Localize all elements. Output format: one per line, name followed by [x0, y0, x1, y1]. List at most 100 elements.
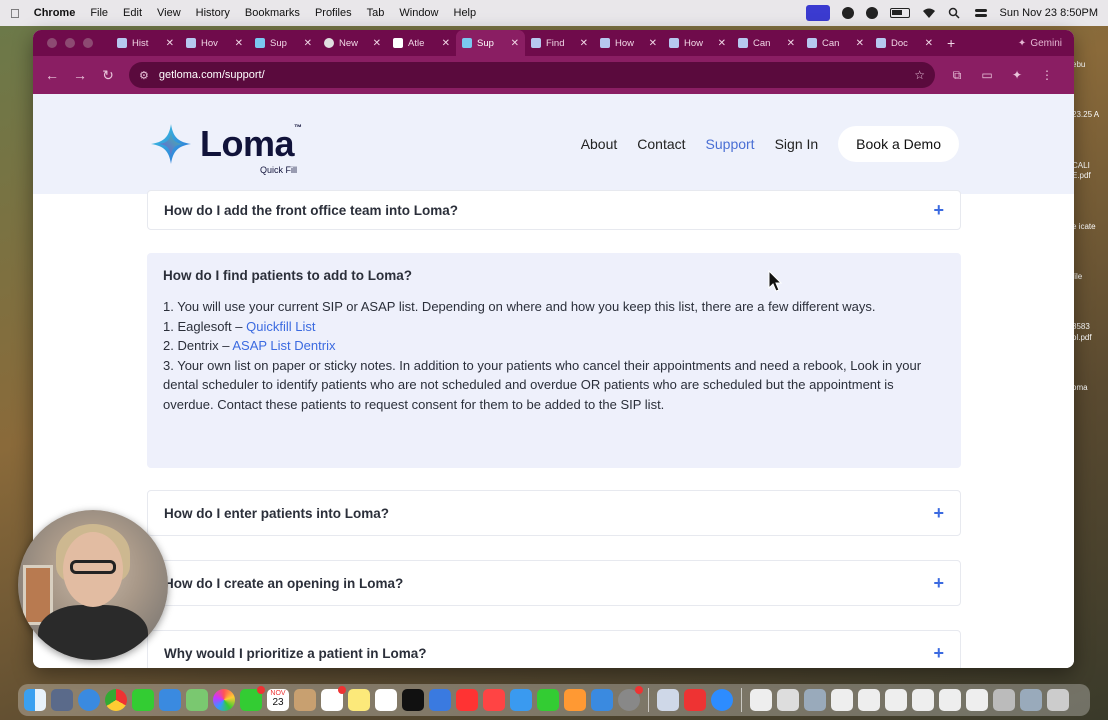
close-tab-icon[interactable]: ✕ — [856, 38, 864, 49]
bookmark-star-icon[interactable]: ☆ — [914, 68, 925, 82]
tasks-check-icon[interactable] — [684, 689, 706, 711]
address-bar[interactable]: ⚙ getloma.com/support/ ☆ — [129, 62, 935, 88]
desktop-label[interactable]: oma — [1072, 383, 1108, 393]
browser-tab[interactable]: Atle ✕ — [387, 30, 456, 56]
document-icon[interactable] — [885, 689, 907, 711]
menu-file[interactable]: File — [90, 7, 108, 19]
gemini-button[interactable]: ✦ Gemini — [1018, 38, 1062, 49]
close-tab-icon[interactable]: ✕ — [373, 38, 381, 49]
desktop-label[interactable]: ebu — [1072, 60, 1108, 70]
numbers-icon[interactable] — [537, 689, 559, 711]
menu-window[interactable]: Window — [399, 7, 438, 19]
close-tab-icon[interactable]: ✕ — [235, 38, 243, 49]
more-menu-icon[interactable]: ⋮ — [1039, 68, 1055, 82]
close-tab-icon[interactable]: ✕ — [718, 38, 726, 49]
news-icon[interactable] — [483, 689, 505, 711]
faq-item-front-office[interactable]: How do I add the front office team into … — [147, 190, 961, 230]
reload-icon[interactable]: ↻ — [101, 67, 115, 84]
site-info-icon[interactable]: ⚙ — [139, 69, 149, 82]
browser-tab[interactable]: New ✕ — [318, 30, 387, 56]
document-icon[interactable] — [993, 689, 1015, 711]
facetime-icon[interactable] — [240, 686, 265, 711]
faq-item-create-opening[interactable]: How do I create an opening in Loma? + — [147, 560, 961, 606]
finder-icon[interactable] — [24, 689, 46, 711]
webcam-overlay[interactable] — [18, 510, 168, 660]
close-tab-icon[interactable]: ✕ — [925, 38, 933, 49]
faq-item-enter-patients[interactable]: How do I enter patients into Loma? + — [147, 490, 961, 536]
plus-icon[interactable]: + — [933, 503, 944, 524]
browser-tab[interactable]: Find ✕ — [525, 30, 594, 56]
document-icon[interactable] — [750, 689, 772, 711]
close-tab-icon[interactable]: ✕ — [511, 38, 519, 49]
xcode-icon[interactable] — [429, 689, 451, 711]
preview-icon[interactable] — [657, 689, 679, 711]
chrome-icon[interactable] — [105, 689, 127, 711]
search-icon[interactable] — [948, 7, 962, 19]
close-tab-icon[interactable]: ✕ — [442, 38, 450, 49]
calendar-icon[interactable]: NOV 23 — [267, 689, 289, 711]
mail-icon[interactable] — [159, 689, 181, 711]
browser-tab[interactable]: Can ✕ — [732, 30, 801, 56]
desktop-label[interactable]: e icate — [1072, 222, 1108, 232]
asap-list-dentrix-link[interactable]: ASAP List Dentrix — [232, 338, 335, 353]
document-icon[interactable] — [1020, 689, 1042, 711]
faq-question[interactable]: How do I find patients to add to Loma? — [163, 268, 945, 283]
screen-record-icon[interactable] — [805, 5, 830, 21]
browser-tab[interactable]: How ✕ — [663, 30, 732, 56]
nav-support[interactable]: Support — [706, 136, 755, 152]
browser-tab[interactable]: How ✕ — [594, 30, 663, 56]
messages-icon[interactable] — [132, 689, 154, 711]
close-tab-icon[interactable]: ✕ — [787, 38, 795, 49]
document-icon[interactable] — [939, 689, 961, 711]
apple-menu-icon[interactable]:  — [10, 6, 20, 21]
minimize-window-button[interactable] — [65, 38, 75, 48]
desktop-label[interactable]: 23.25 A — [1072, 110, 1108, 120]
browser-tab[interactable]: Can ✕ — [801, 30, 870, 56]
contacts-icon[interactable] — [294, 689, 316, 711]
play-icon[interactable] — [865, 7, 878, 19]
keynote-icon[interactable] — [510, 689, 532, 711]
new-tab-button[interactable]: + — [947, 35, 955, 51]
quickfill-list-link[interactable]: Quickfill List — [246, 319, 315, 334]
menu-history[interactable]: History — [196, 7, 230, 19]
document-icon[interactable] — [966, 689, 988, 711]
nav-about[interactable]: About — [581, 136, 618, 152]
trash-icon[interactable] — [1047, 689, 1069, 711]
plus-icon[interactable]: + — [933, 573, 944, 594]
browser-tab[interactable]: Hov ✕ — [180, 30, 249, 56]
wifi-icon[interactable] — [922, 7, 936, 19]
menu-edit[interactable]: Edit — [123, 7, 142, 19]
gemini-sparkle-icon[interactable]: ✦ — [1009, 68, 1025, 82]
launchpad-icon[interactable] — [51, 689, 73, 711]
maps-icon[interactable] — [186, 689, 208, 711]
music-icon[interactable] — [456, 689, 478, 711]
menu-help[interactable]: Help — [454, 7, 477, 19]
side-panel-icon[interactable]: ▭ — [979, 68, 995, 82]
back-arrow-icon[interactable]: ← — [45, 67, 59, 83]
close-tab-icon[interactable]: ✕ — [166, 38, 174, 49]
document-icon[interactable] — [777, 689, 799, 711]
desktop-label[interactable]: CALI E.pdf — [1072, 161, 1108, 182]
nav-sign-in[interactable]: Sign In — [775, 136, 819, 152]
photos-icon[interactable] — [213, 689, 235, 711]
menu-view[interactable]: View — [157, 7, 181, 19]
menubar-datetime[interactable]: Sun Nov 23 8:50PM — [1000, 7, 1098, 19]
browser-tab[interactable]: Hist ✕ — [111, 30, 180, 56]
close-tab-icon[interactable]: ✕ — [649, 38, 657, 49]
document-icon[interactable] — [912, 689, 934, 711]
book-demo-button[interactable]: Book a Demo — [838, 126, 959, 162]
menu-profiles[interactable]: Profiles — [315, 7, 352, 19]
control-center-icon[interactable] — [974, 7, 988, 19]
browser-tab-active[interactable]: Sup ✕ — [456, 30, 525, 56]
close-tab-icon[interactable]: ✕ — [304, 38, 312, 49]
desktop-label[interactable]: 8583 ol.pdf — [1072, 322, 1108, 343]
plus-icon[interactable]: + — [933, 643, 944, 664]
close-window-button[interactable] — [47, 38, 57, 48]
openai-icon[interactable] — [841, 7, 854, 19]
plus-icon[interactable]: + — [933, 200, 944, 221]
faq-item-prioritize[interactable]: Why would I prioritize a patient in Loma… — [147, 630, 961, 668]
tv-icon[interactable] — [402, 689, 424, 711]
forward-arrow-icon[interactable]: → — [73, 67, 87, 83]
browser-tab[interactable]: Doc ✕ — [870, 30, 939, 56]
browser-tab[interactable]: Sup ✕ — [249, 30, 318, 56]
